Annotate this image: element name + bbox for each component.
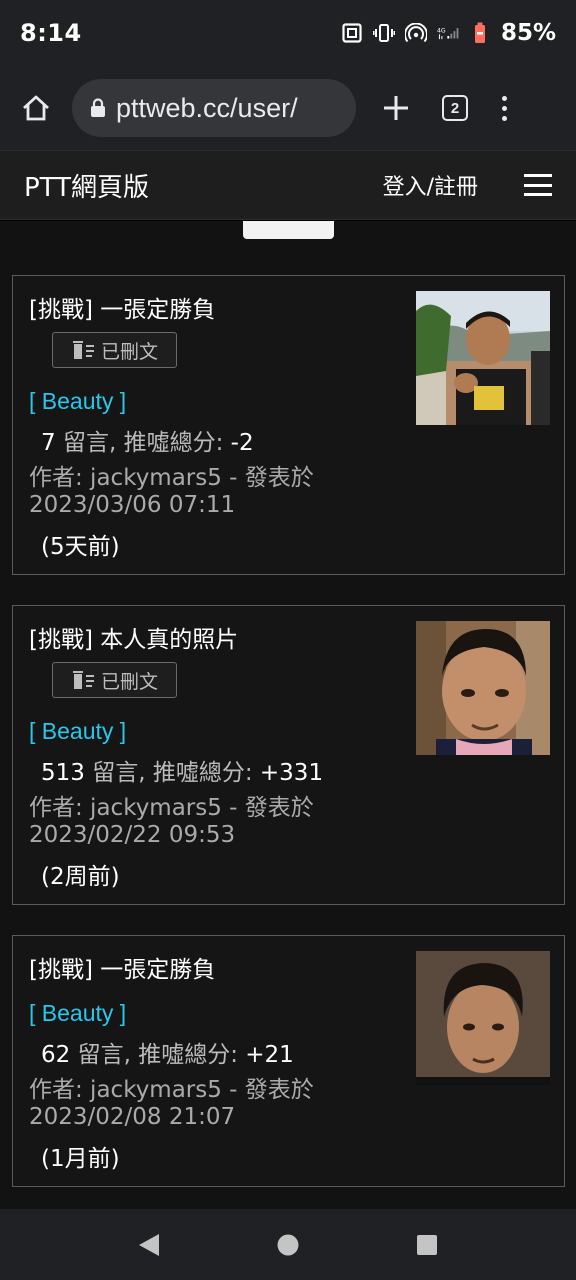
4g-signal-icon: 4G	[437, 22, 459, 44]
post-ago: (1月前)	[41, 1146, 120, 1172]
hamburger-icon	[524, 174, 552, 177]
back-button[interactable]	[129, 1225, 169, 1265]
home-circle-icon	[277, 1234, 299, 1255]
post-stats: 62 留言, 推噓總分: +21	[41, 1035, 294, 1069]
url-text: pttweb.cc/user/	[116, 92, 298, 123]
stats-label: 留言, 推噓總分:	[55, 430, 231, 456]
post-thumbnail[interactable]	[416, 291, 550, 425]
post-stats: 7 留言, 推噓總分: -2	[41, 423, 254, 457]
post-author: 作者: jackymars5 - 發表於	[29, 795, 314, 821]
post-thumbnail[interactable]	[416, 621, 550, 755]
post-card[interactable]: [挑戰] 一張定勝負 已刪文 [ Beauty ] 7 留言, 推噓總分: -2…	[12, 275, 565, 575]
menu-button[interactable]	[524, 174, 552, 196]
home-nav-button[interactable]	[268, 1225, 308, 1265]
address-bar[interactable]: pttweb.cc/user/	[72, 79, 356, 137]
trash-icon	[72, 671, 94, 689]
partial-button[interactable]	[243, 221, 334, 239]
post-card[interactable]: [挑戰] 一張定勝負 [ Beauty ] 62 留言, 推噓總分: +21 作…	[12, 935, 565, 1187]
post-title[interactable]: [挑戰] 一張定勝負	[29, 290, 215, 324]
status-bar: 8:14 4G 85%	[0, 0, 576, 66]
deleted-label: 已刪文	[100, 340, 158, 363]
stats-label: 留言, 推噓總分:	[84, 760, 260, 786]
post-date: 2023/02/08 21:07	[29, 1104, 236, 1130]
post-thumbnail[interactable]	[416, 951, 550, 1085]
trash-icon	[72, 341, 94, 359]
battery-percent: 85%	[500, 20, 556, 46]
score: +21	[245, 1042, 294, 1068]
post-author: 作者: jackymars5 - 發表於	[29, 465, 314, 491]
post-title[interactable]: [挑戰] 本人真的照片	[29, 620, 238, 654]
browser-toolbar: pttweb.cc/user/ 2	[0, 66, 576, 150]
site-header: PTT網頁版 登入/註冊	[0, 150, 576, 220]
battery-icon	[469, 22, 491, 44]
more-vert-icon	[501, 95, 507, 101]
post-ago: (2周前)	[41, 864, 120, 890]
comment-count: 62	[41, 1042, 71, 1068]
status-icons: 4G 85%	[341, 20, 556, 46]
post-stats: 513 留言, 推噓總分: +331	[41, 753, 323, 787]
system-nav-bar	[0, 1209, 576, 1280]
home-button[interactable]	[14, 86, 58, 130]
site-title[interactable]: PTT網頁版	[24, 167, 149, 204]
deleted-badge: 已刪文	[52, 332, 177, 368]
lock-icon	[91, 98, 105, 117]
back-icon	[139, 1233, 160, 1256]
stats-label: 留言, 推噓總分:	[70, 1042, 246, 1068]
login-register-link[interactable]: 登入/註冊	[383, 169, 478, 201]
board-link[interactable]: [ Beauty ]	[29, 1000, 126, 1027]
hotspot-icon	[404, 22, 427, 44]
score: -2	[230, 430, 254, 456]
vibrate-icon	[372, 22, 395, 44]
status-time: 8:14	[20, 19, 82, 47]
deleted-badge: 已刪文	[52, 662, 177, 698]
post-date: 2023/03/06 07:11	[29, 492, 236, 518]
browser-menu-button[interactable]	[494, 88, 514, 128]
deleted-label: 已刪文	[100, 670, 158, 693]
post-date: 2023/02/22 09:53	[29, 822, 236, 848]
post-card[interactable]: [挑戰] 本人真的照片 已刪文 [ Beauty ] 513 留言, 推噓總分:…	[12, 605, 565, 905]
tab-switcher-button[interactable]: 2	[442, 95, 468, 121]
new-tab-button[interactable]	[376, 88, 416, 128]
comment-count: 513	[41, 760, 85, 786]
post-list: [挑戰] 一張定勝負 已刪文 [ Beauty ] 7 留言, 推噓總分: -2…	[0, 221, 576, 1209]
score: +331	[259, 760, 324, 786]
nfc-icon	[341, 22, 363, 44]
recents-icon	[416, 1234, 437, 1255]
plus-icon	[384, 96, 408, 120]
home-icon	[23, 95, 49, 121]
post-author: 作者: jackymars5 - 發表於	[29, 1077, 314, 1103]
board-link[interactable]: [ Beauty ]	[29, 388, 126, 415]
post-title[interactable]: [挑戰] 一張定勝負	[29, 950, 215, 984]
post-ago: (5天前)	[41, 534, 120, 560]
board-link[interactable]: [ Beauty ]	[29, 718, 126, 745]
recents-button[interactable]	[407, 1225, 447, 1265]
svg-text:4G: 4G	[437, 27, 446, 34]
comment-count: 7	[41, 430, 56, 456]
